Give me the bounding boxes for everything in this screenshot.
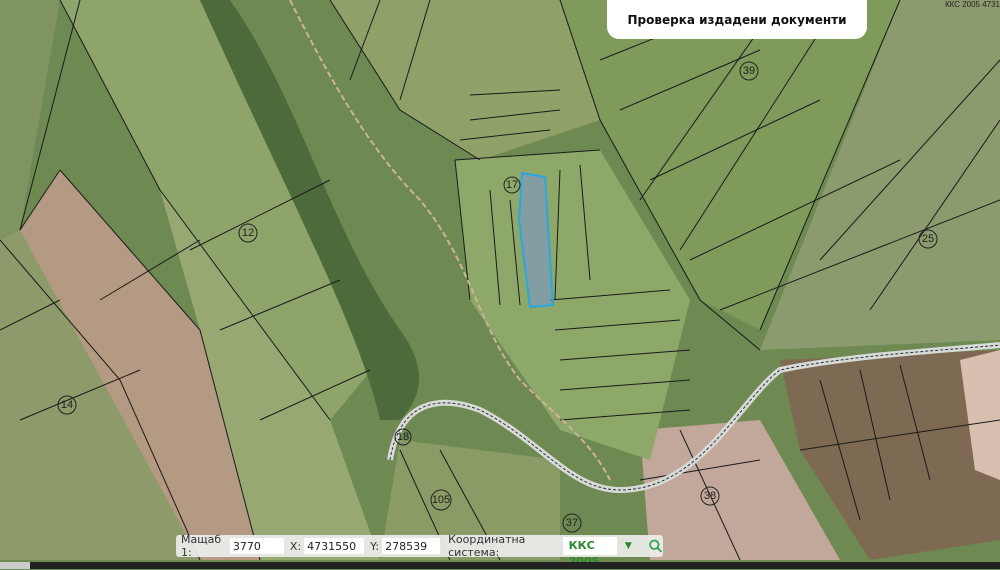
- y-label: Y:: [370, 539, 380, 553]
- y-input[interactable]: [382, 538, 441, 554]
- scale-input[interactable]: [229, 538, 284, 554]
- x-input[interactable]: [304, 538, 365, 554]
- check-documents-button[interactable]: Проверка издадени документи: [607, 0, 867, 39]
- scale-label: Мащаб 1:: [181, 533, 222, 559]
- svg-text:25: 25: [922, 233, 934, 245]
- search-icon[interactable]: [648, 537, 663, 555]
- x-label: X:: [289, 539, 302, 553]
- svg-text:37: 37: [566, 517, 578, 529]
- svg-text:17: 17: [506, 179, 518, 191]
- svg-text:14: 14: [61, 399, 73, 411]
- satellite-cadastral-map[interactable]: 39 25 12 14 105 37 38 17 18: [0, 0, 1000, 569]
- svg-text:39: 39: [743, 65, 755, 77]
- crs-label: Координатна система:: [448, 533, 526, 559]
- coordinate-statusbar: Мащаб 1: X: Y: Координатна система: ККС …: [176, 533, 663, 568]
- svg-text:38: 38: [704, 490, 716, 502]
- svg-text:18: 18: [397, 431, 409, 443]
- svg-text:105: 105: [432, 494, 450, 506]
- svg-text:12: 12: [242, 227, 254, 239]
- crs-select[interactable]: ККС 2005: [562, 537, 617, 568]
- dropdown-arrow-icon[interactable]: ▼: [625, 541, 632, 551]
- bottom-strip: [0, 562, 1000, 569]
- crs-corner-text: ККС 2005 4731: [944, 0, 1000, 9]
